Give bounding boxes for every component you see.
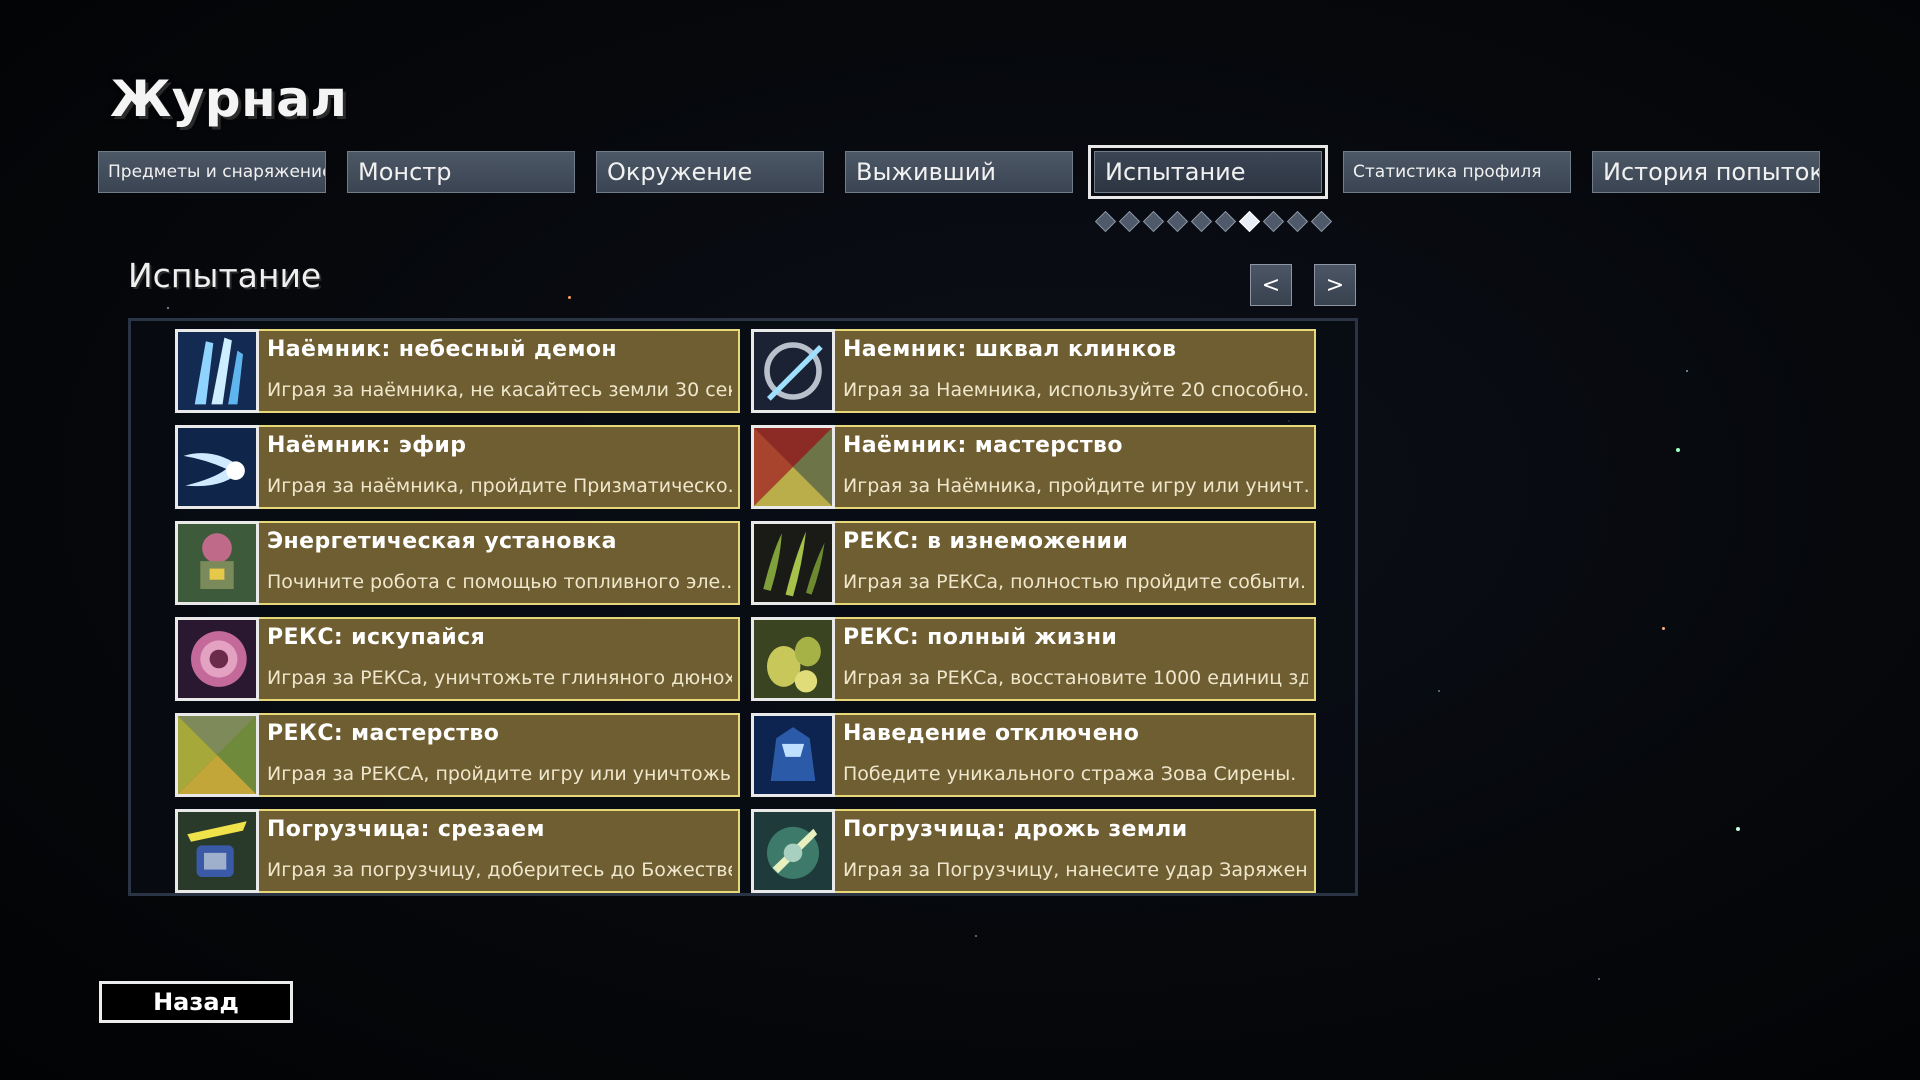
challenge-description: Играя за РЕКСа, уничтожьте глиняного дюн… (267, 667, 732, 689)
section-title: Испытание (128, 256, 322, 295)
page-dot[interactable] (1190, 210, 1213, 233)
sky-demon-icon (175, 329, 259, 413)
tab-survivor[interactable]: Выживший (845, 151, 1073, 193)
challenge-title: Энергетическая установка (267, 529, 617, 554)
challenge-title: РЕКС: мастерство (267, 721, 500, 746)
challenge-description: Играя за наёмника, пройдите Призматическ… (267, 475, 732, 497)
star-decoration (1686, 370, 1688, 372)
challenge-entry[interactable]: Наемник: шквал клинков Играя за Наемника… (751, 329, 1316, 413)
ether-dash-icon (175, 425, 259, 509)
next-page-button[interactable]: > (1314, 264, 1356, 306)
star-decoration (1676, 448, 1680, 452)
tab-environment[interactable]: Окружение (596, 151, 824, 193)
challenge-description: Играя за наёмника, не касайтесь земли 30… (267, 379, 732, 401)
challenge-entry[interactable]: Наёмник: эфир Играя за наёмника, пройдит… (175, 425, 740, 509)
challenge-entry[interactable]: Погрузчица: срезаем Играя за погрузчицу,… (175, 809, 740, 893)
mercenary-mastery-icon (751, 425, 835, 509)
star-decoration (1438, 690, 1440, 692)
challenge-title: РЕКС: в изнеможении (843, 529, 1129, 554)
rex-mastery-icon (175, 713, 259, 797)
challenge-title: РЕКС: искупайся (267, 625, 486, 650)
challenge-description: Играя за РЕКСа, полностью пройдите событ… (843, 571, 1308, 593)
challenge-description: Играя за РЕКСА, пройдите игру или уничто… (267, 763, 732, 785)
challenge-entry[interactable]: Наёмник: небесный демон Играя за наёмник… (175, 329, 740, 413)
rex-bathe-icon (175, 617, 259, 701)
loader-earthquake-icon (751, 809, 835, 893)
challenge-description: Играя за погрузчицу, доберитесь до Божес… (267, 859, 732, 881)
challenge-description: Играя за Наемника, используйте 20 способ… (843, 379, 1308, 401)
challenge-title: Наёмник: мастерство (843, 433, 1123, 458)
tab-profile-stats[interactable]: Статистика профиля (1343, 151, 1571, 193)
star-decoration (975, 935, 977, 937)
challenge-title: Погрузчица: дрожь земли (843, 817, 1188, 842)
rex-exhausted-icon (751, 521, 835, 605)
page-dot[interactable] (1214, 210, 1237, 233)
challenge-entry[interactable]: Наёмник: мастерство Играя за Наёмника, п… (751, 425, 1316, 509)
page-dot[interactable] (1142, 210, 1165, 233)
tab-items-equipment[interactable]: Предметы и снаряжение (98, 151, 326, 193)
challenge-title: Наёмник: небесный демон (267, 337, 617, 362)
star-decoration (568, 296, 571, 299)
page-dot[interactable] (1118, 210, 1141, 233)
tab-run-history[interactable]: История попыток (1592, 151, 1820, 193)
page-dot-active[interactable] (1238, 210, 1261, 233)
challenge-description: Играя за Наёмника, пройдите игру или уни… (843, 475, 1308, 497)
star-decoration (1736, 827, 1740, 831)
challenge-entry[interactable]: Энергетическая установка Почините робота… (175, 521, 740, 605)
journal-title: Журнал (110, 70, 348, 128)
power-plant-icon (175, 521, 259, 605)
page-indicator (1094, 210, 1333, 233)
challenge-entry[interactable]: РЕКС: полный жизни Играя за РЕКСа, восст… (751, 617, 1316, 701)
page-dot[interactable] (1286, 210, 1309, 233)
challenge-title: Наведение отключено (843, 721, 1140, 746)
targeting-disabled-icon (751, 713, 835, 797)
journal-tabs: Предметы и снаряжение Монстр Окружение В… (98, 145, 1824, 199)
challenge-title: РЕКС: полный жизни (843, 625, 1118, 650)
challenge-title: Наёмник: эфир (267, 433, 467, 458)
challenge-list-panel: Наёмник: небесный демон Играя за наёмник… (128, 318, 1358, 896)
page-dot[interactable] (1166, 210, 1189, 233)
blade-flurry-icon (751, 329, 835, 413)
challenge-description: Играя за Погрузчицу, нанесите удар Заряж… (843, 859, 1308, 881)
challenge-description: Играя за РЕКСа, восстановите 1000 единиц… (843, 667, 1308, 689)
challenge-title: Наемник: шквал клинков (843, 337, 1177, 362)
star-decoration (1598, 978, 1600, 980)
tab-monster[interactable]: Монстр (347, 151, 575, 193)
challenge-description: Почините робота с помощью топливного эле… (267, 571, 732, 593)
challenge-description: Победите уникального стража Зова Сирены. (843, 763, 1297, 785)
prev-page-button[interactable]: < (1250, 264, 1292, 306)
challenge-entry[interactable]: Погрузчица: дрожь земли Играя за Погрузч… (751, 809, 1316, 893)
back-button[interactable]: Назад (99, 981, 293, 1023)
challenge-entry[interactable]: РЕКС: мастерство Играя за РЕКСА, пройдит… (175, 713, 740, 797)
challenge-entry[interactable]: Наведение отключено Победите уникального… (751, 713, 1316, 797)
loader-shortcut-icon (175, 809, 259, 893)
journal-screen: Журнал Предметы и снаряжение Монстр Окру… (0, 0, 1920, 1080)
challenge-entry[interactable]: РЕКС: искупайся Играя за РЕКСа, уничтожь… (175, 617, 740, 701)
page-dot[interactable] (1094, 210, 1117, 233)
challenge-entry[interactable]: РЕКС: в изнеможении Играя за РЕКСа, полн… (751, 521, 1316, 605)
star-decoration (1662, 627, 1665, 630)
star-decoration (167, 307, 169, 309)
tab-challenge[interactable]: Испытание (1088, 145, 1328, 199)
page-dot[interactable] (1310, 210, 1333, 233)
rex-full-of-life-icon (751, 617, 835, 701)
challenge-title: Погрузчица: срезаем (267, 817, 545, 842)
page-dot[interactable] (1262, 210, 1285, 233)
